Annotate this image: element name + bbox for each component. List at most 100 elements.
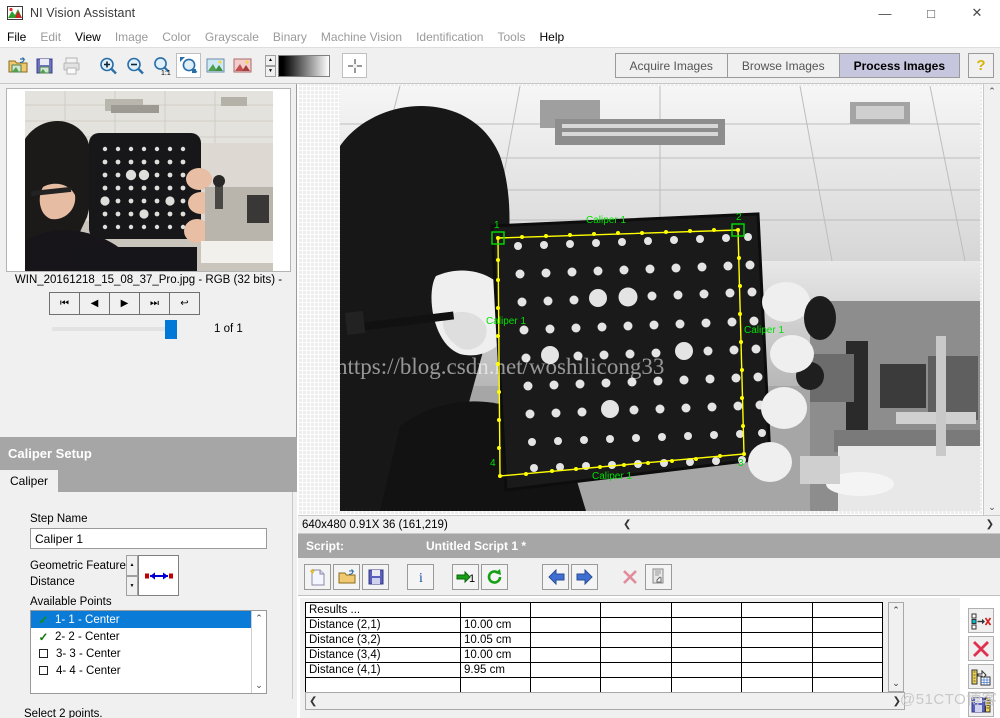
feature-spin-up[interactable]: ▲: [126, 555, 138, 576]
image-slider-track[interactable]: [52, 327, 172, 331]
list-delete-red-x-icon[interactable]: [968, 608, 994, 633]
checkbox-empty-icon[interactable]: [39, 649, 48, 658]
palette-spinner[interactable]: ▲ ▼: [265, 54, 276, 77]
process-images-button[interactable]: Process Images: [838, 53, 960, 78]
tab-caliper[interactable]: Caliper: [0, 470, 59, 492]
list-item[interactable]: 3- 3 - Center: [31, 645, 266, 662]
step-name-input[interactable]: [30, 528, 267, 549]
palette-spin-up[interactable]: ▲: [265, 54, 276, 66]
arrow-left-blue-icon[interactable]: [542, 563, 569, 590]
loop-image-button[interactable]: ↩: [169, 292, 200, 315]
export-to-table-icon[interactable]: [968, 664, 994, 689]
setup-panel-scrollbar[interactable]: [292, 492, 297, 699]
arrow-right-blue-icon[interactable]: [571, 563, 598, 590]
new-document-icon[interactable]: [304, 563, 331, 590]
distance-measure-icon[interactable]: [138, 555, 179, 596]
results-vertical-scrollbar[interactable]: ⌃ ⌄: [888, 602, 904, 692]
crosshair-tool-icon[interactable]: [342, 53, 367, 78]
results-table[interactable]: Results ... Distance (2,1) 10.00 cm Dist…: [305, 602, 884, 693]
feature-spin-down[interactable]: ▼: [126, 575, 138, 596]
floppy-save-image-icon[interactable]: [32, 53, 57, 78]
next-image-button[interactable]: ▶: [109, 292, 140, 315]
available-points-list[interactable]: ✓ 1- 1 - Center ✓ 2- 2 - Center 3- 3 - C…: [30, 610, 267, 694]
minimize-button[interactable]: —: [862, 0, 908, 26]
run-once-arrow-1-icon[interactable]: 1: [452, 563, 479, 590]
menu-tools[interactable]: Tools: [490, 28, 532, 46]
scroll-right-icon[interactable]: ❯: [986, 519, 994, 530]
table-row: Distance (2,1) 10.00 cm: [305, 617, 884, 633]
picture-red-icon[interactable]: [230, 53, 255, 78]
magnifier-1to1-icon[interactable]: 1:1: [149, 53, 174, 78]
processed-image[interactable]: https://blog.csdn.net/woshilicong33 1 2 …: [340, 86, 980, 511]
open-folder-image-icon[interactable]: [5, 53, 30, 78]
window-controls: — □ ✕: [862, 0, 1000, 26]
floppy-save-results-icon[interactable]: [968, 692, 994, 717]
title-bar: NI Vision Assistant — □ ✕: [0, 0, 1000, 26]
image-display-area[interactable]: https://blog.csdn.net/woshilicong33 1 2 …: [298, 84, 1000, 515]
menu-view[interactable]: View: [68, 28, 108, 46]
results-horizontal-scrollbar[interactable]: ❮ ❯: [305, 692, 905, 710]
menu-edit[interactable]: Edit: [33, 28, 68, 46]
cell: [600, 617, 672, 633]
menu-machine-vision[interactable]: Machine Vision: [314, 28, 409, 46]
info-icon[interactable]: i: [407, 563, 434, 590]
checkbox-empty-icon[interactable]: [39, 666, 48, 675]
first-image-button[interactable]: ⏮: [49, 292, 80, 315]
help-question-icon[interactable]: ?: [968, 53, 994, 78]
menu-grayscale[interactable]: Grayscale: [198, 28, 266, 46]
acquire-images-button[interactable]: Acquire Images: [614, 53, 728, 78]
row-label: Distance (3,2): [305, 632, 461, 648]
scroll-up-icon[interactable]: ⌃: [892, 605, 900, 616]
image-slider[interactable]: 1 of 1: [0, 320, 297, 339]
magnifier-fit-icon[interactable]: [176, 53, 201, 78]
menu-binary[interactable]: Binary: [266, 28, 314, 46]
list-item[interactable]: ✓ 2- 2 - Center: [31, 628, 266, 645]
last-image-button[interactable]: ⏭: [139, 292, 170, 315]
grayscale-gradient-bar[interactable]: [278, 54, 330, 77]
open-folder-icon[interactable]: [333, 563, 360, 590]
scroll-up-icon[interactable]: ⌃: [988, 86, 996, 97]
list-item[interactable]: 4- 4 - Center: [31, 662, 266, 679]
scroll-down-icon[interactable]: ⌄: [255, 680, 263, 691]
magnifier-plus-icon[interactable]: [95, 53, 120, 78]
menu-help[interactable]: Help: [533, 28, 572, 46]
scroll-left-icon[interactable]: ❮: [309, 696, 317, 707]
image-vertical-scrollbar[interactable]: ⌃ ⌄: [983, 84, 1000, 515]
list-item[interactable]: ✓ 1- 1 - Center: [31, 611, 266, 628]
magnifier-minus-icon[interactable]: [122, 53, 147, 78]
cell: [529, 617, 602, 633]
copy-hand-icon[interactable]: [645, 563, 672, 590]
setup-panel-body: Step Name Geometric Feature: Distance ▲ …: [0, 492, 297, 718]
scroll-down-icon[interactable]: ⌄: [892, 678, 900, 689]
printer-icon[interactable]: [59, 53, 84, 78]
scroll-right-icon[interactable]: ❯: [893, 696, 901, 707]
previous-image-button[interactable]: ◀: [79, 292, 110, 315]
cell: [600, 662, 672, 678]
geometric-feature-value: Distance: [30, 576, 75, 588]
image-slider-thumb[interactable]: [165, 320, 177, 339]
red-x-icon[interactable]: [968, 636, 994, 661]
scroll-down-icon[interactable]: ⌄: [988, 502, 996, 513]
close-button[interactable]: ✕: [954, 0, 1000, 26]
image-thumbnail-preview[interactable]: [6, 88, 291, 272]
floppy-disk-icon[interactable]: [362, 563, 389, 590]
maximize-button[interactable]: □: [908, 0, 954, 26]
scroll-left-icon[interactable]: ❮: [623, 519, 631, 530]
cell: [811, 632, 884, 648]
svg-text:1: 1: [469, 573, 475, 585]
geometric-feature-spinner[interactable]: ▲ ▼: [126, 555, 138, 596]
menu-identification[interactable]: Identification: [409, 28, 490, 46]
scroll-up-icon[interactable]: ⌃: [255, 613, 263, 624]
main-toolbar: 1:1 ▲ ▼ Acquire Images Browse Images Pro…: [0, 48, 1000, 84]
points-list-scrollbar[interactable]: ⌃ ⌄: [251, 611, 266, 693]
svg-text:Caliper 1: Caliper 1: [486, 316, 526, 327]
run-loop-icon[interactable]: [481, 563, 508, 590]
menu-file[interactable]: File: [0, 28, 33, 46]
picture-icon[interactable]: [203, 53, 228, 78]
menu-color[interactable]: Color: [155, 28, 198, 46]
svg-text:Caliper 1: Caliper 1: [744, 325, 784, 336]
palette-spin-down[interactable]: ▼: [265, 65, 276, 77]
menu-image[interactable]: Image: [108, 28, 155, 46]
browse-images-button[interactable]: Browse Images: [726, 53, 840, 78]
red-x-icon[interactable]: [616, 564, 643, 590]
